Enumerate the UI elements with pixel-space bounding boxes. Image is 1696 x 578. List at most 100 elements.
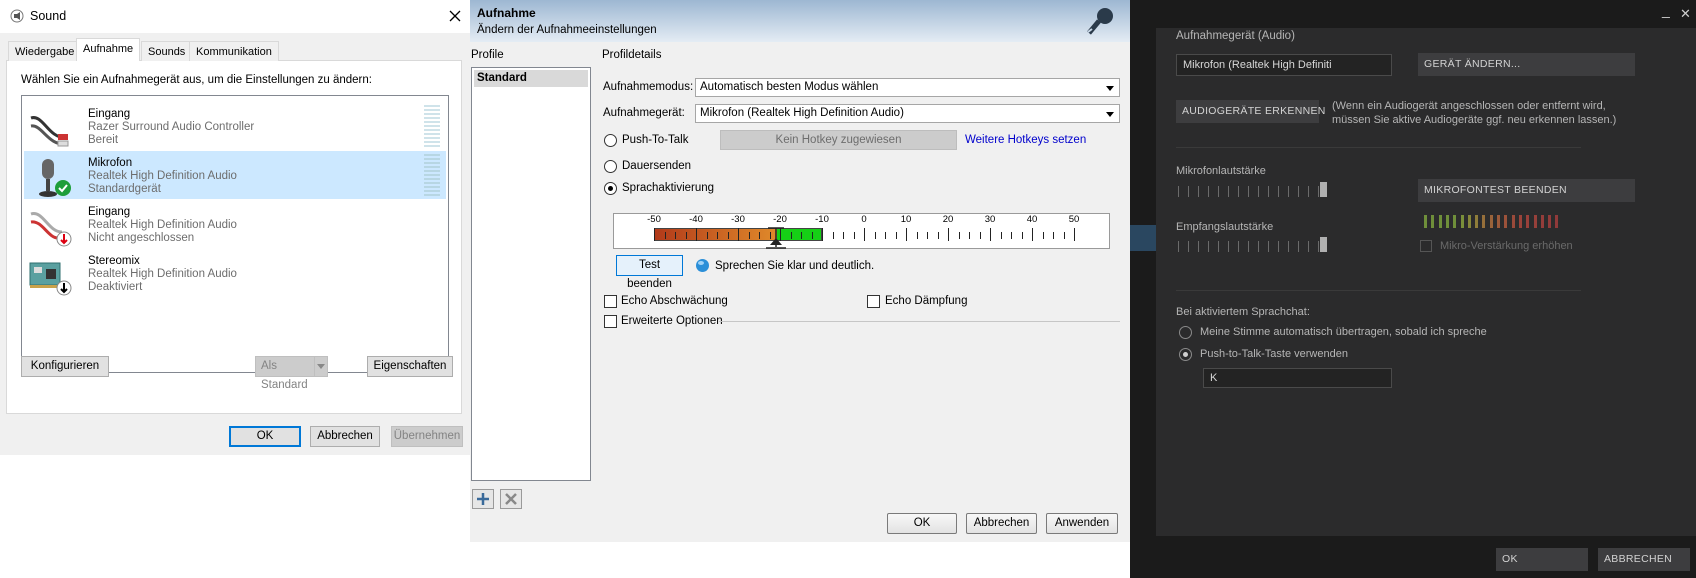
advanced-options-checkbox[interactable]: [604, 315, 617, 328]
continuous-radio[interactable]: [604, 160, 617, 173]
recording-device-field[interactable]: Mikrofon (Realtek High Definiti: [1176, 54, 1392, 76]
device-label: Aufnahmegerät:: [603, 107, 685, 119]
sound-dialog: Sound Wählen Sie ein Aufnahmegerät aus, …: [0, 0, 470, 455]
mode-select[interactable]: Automatisch besten Modus wählen: [695, 78, 1120, 97]
steam-voice-settings: _ ✕ Aufnahmegerät (Audio) Mikrofon (Real…: [1130, 0, 1696, 578]
background-selection-strip: [1130, 225, 1156, 251]
plus-icon: [477, 493, 489, 505]
level-bar: [1533, 215, 1537, 228]
device-list[interactable]: Eingang Razer Surround Audio Controller …: [21, 95, 449, 373]
close-icon[interactable]: ✕: [1680, 6, 1691, 22]
add-profile-button[interactable]: [472, 489, 494, 509]
device-status: Standardgerät: [88, 183, 161, 195]
device-driver: Razer Surround Audio Controller: [88, 121, 255, 133]
delete-profile-button[interactable]: [500, 489, 522, 509]
close-icon[interactable]: [448, 9, 462, 23]
mic-test-button[interactable]: MIKROFONTEST BEENDEN: [1418, 179, 1635, 202]
level-bar: [1482, 215, 1486, 228]
ok-button[interactable]: OK: [887, 513, 957, 534]
scale-label: 10: [900, 214, 912, 225]
voice-level-meter[interactable]: -50 -40 -30 -20 -10 0 10 20 30 40 50: [613, 213, 1110, 249]
more-hotkeys-link[interactable]: Weitere Hotkeys setzen: [965, 134, 1086, 146]
receive-volume-handle[interactable]: [1320, 237, 1327, 252]
properties-button[interactable]: Eigenschaften: [367, 356, 453, 377]
list-item-selected[interactable]: Mikrofon Realtek High Definition Audio S…: [24, 151, 446, 199]
scale-label: 40: [1026, 214, 1038, 225]
meter-tick: [1021, 232, 1023, 239]
sound-title: Sound: [30, 9, 67, 23]
level-bar: [1526, 215, 1530, 228]
steam-cancel-button[interactable]: ABBRECHEN: [1598, 548, 1690, 571]
meter-tick: [906, 228, 907, 241]
divider: [719, 321, 1120, 322]
configure-button[interactable]: Konfigurieren: [21, 356, 109, 377]
level-bar: [1438, 215, 1442, 228]
change-device-button[interactable]: GERÄT ÄNDERN...: [1418, 53, 1635, 76]
echo-damping-label: Echo Dämpfung: [885, 295, 968, 307]
meter-tick: [1063, 232, 1065, 239]
profile-list[interactable]: Standard: [471, 67, 591, 481]
sound-titlebar: Sound: [0, 0, 470, 33]
ptt-key-field[interactable]: K: [1203, 368, 1392, 388]
tab-aufnahme[interactable]: Aufnahme: [76, 38, 141, 61]
tab-wiedergabe[interactable]: Wiedergabe: [8, 41, 82, 61]
mic-boost-checkbox[interactable]: [1420, 240, 1432, 252]
tab-kommunikation[interactable]: Kommunikation: [189, 41, 279, 61]
cable-jack-icon: [30, 116, 69, 147]
list-item[interactable]: Stereomix Realtek High Definition Audio …: [24, 249, 446, 301]
test-stop-button[interactable]: Test beenden: [616, 255, 683, 290]
set-default-button: Als Standard: [255, 356, 315, 391]
cancel-button[interactable]: Abbrechen: [310, 426, 380, 447]
echo-damping-checkbox[interactable]: [867, 295, 880, 308]
cancel-button[interactable]: Abbrechen: [966, 513, 1037, 534]
echo-reduction-checkbox[interactable]: [604, 295, 617, 308]
profile-item[interactable]: Standard: [474, 70, 588, 87]
meter-tick: [748, 232, 750, 239]
test-hint: Sprechen Sie klar und deutlich.: [715, 260, 875, 272]
steam-settings-panel: Aufnahmegerät (Audio) Mikrofon (Realtek …: [1156, 28, 1696, 536]
steam-ok-button[interactable]: OK: [1496, 548, 1588, 571]
apply-button: Übernehmen: [391, 426, 463, 447]
list-item[interactable]: Eingang Razer Surround Audio Controller …: [24, 102, 446, 154]
detect-devices-button[interactable]: AUDIOGERÄTE ERKENNEN: [1176, 100, 1325, 123]
meter-tick: [685, 232, 687, 239]
divider: [1176, 290, 1581, 291]
use-ptt-label: Push-to-Talk-Taste verwenden: [1200, 348, 1348, 360]
list-item[interactable]: Eingang Realtek High Definition Audio Ni…: [24, 200, 446, 252]
meter-tick: [1032, 228, 1033, 241]
mic-volume-slider[interactable]: [1178, 186, 1328, 197]
mic-volume-handle[interactable]: [1320, 182, 1327, 197]
receive-volume-slider[interactable]: [1178, 241, 1328, 252]
apply-button[interactable]: Anwenden: [1046, 513, 1118, 534]
chevron-down-icon: [317, 364, 325, 369]
level-bar: [1431, 215, 1435, 228]
auto-transmit-label: Meine Stimme automatisch übertragen, sob…: [1200, 326, 1487, 338]
ptt-radio[interactable]: [604, 134, 617, 147]
meter-tick: [990, 228, 991, 241]
threshold-slider-handle[interactable]: [764, 227, 788, 249]
device-select[interactable]: Mikrofon (Realtek High Definition Audio): [695, 104, 1120, 123]
continuous-label: Dauersenden: [622, 160, 692, 172]
sound-card-icon: [29, 262, 72, 296]
ok-button[interactable]: OK: [229, 426, 301, 447]
microphone-icon: [1087, 8, 1113, 35]
meter-tick: [811, 232, 813, 239]
auto-transmit-radio[interactable]: [1179, 326, 1192, 339]
detect-hint-line-2: müssen Sie aktive Audiogeräte ggf. neu e…: [1332, 114, 1617, 126]
mic-level-indicator: [1424, 215, 1564, 228]
detect-hint-line-1: (Wenn ein Audiogerät angeschlossen oder …: [1332, 100, 1606, 112]
meter-tick: [843, 232, 844, 239]
level-bar: [1511, 215, 1515, 228]
meter-scale: -50 -40 -30 -20 -10 0 10 20 30 40 50: [614, 214, 1109, 228]
minimize-icon[interactable]: _: [1662, 2, 1670, 18]
recording-settings-dialog: Aufnahme Ändern der Aufnahmeeinstellunge…: [470, 0, 1130, 542]
meter-tick: [717, 232, 718, 239]
tab-sounds[interactable]: Sounds: [141, 41, 193, 61]
meter-tick: [822, 228, 823, 241]
meter-tick: [874, 232, 876, 239]
voice-activation-radio[interactable]: [604, 182, 617, 195]
device-name: Eingang: [88, 206, 131, 218]
use-ptt-radio[interactable]: [1179, 348, 1192, 361]
sound-tab-panel: Wählen Sie ein Aufnahmegerät aus, um die…: [6, 60, 462, 414]
meter-tick: [937, 232, 939, 239]
